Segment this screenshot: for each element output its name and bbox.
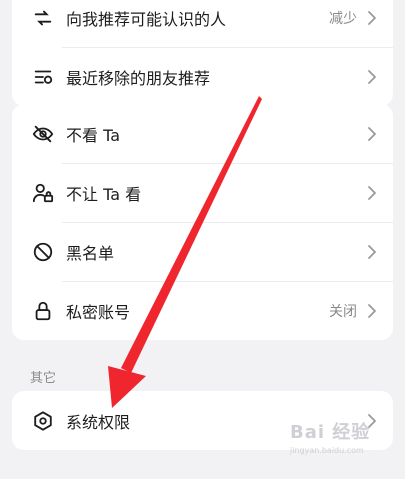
chevron-right-icon <box>367 126 377 142</box>
watermark-text: Bai 经验 <box>290 422 371 443</box>
removed-recommendations-row[interactable]: 最近移除的朋友推荐 <box>12 47 393 106</box>
removed-recommendations-label: 最近移除的朋友推荐 <box>66 68 211 88</box>
recommend-people-value: 减少 <box>329 10 357 27</box>
people-sync-icon <box>32 7 54 29</box>
chevron-right-icon <box>367 69 377 85</box>
private-account-label: 私密账号 <box>66 302 131 322</box>
chevron-right-icon <box>367 185 377 201</box>
recommendation-card: 向我推荐可能认识的人 减少 最近移除的朋友推荐 <box>12 0 393 106</box>
chevron-right-icon <box>367 10 377 26</box>
hide-their-moments-row[interactable]: 不看 Ta <box>12 104 393 163</box>
blacklist-label: 黑名单 <box>66 243 115 263</box>
baidu-jingyan-watermark: Bai 经验 jingyan.baidu.com <box>290 418 370 455</box>
hexagon-settings-icon <box>32 410 54 432</box>
private-account-value: 关闭 <box>329 303 357 320</box>
user-lock-icon <box>32 182 54 204</box>
privacy-card: 不看 Ta 不让 Ta 看 黑名单 私密账号 关闭 <box>12 104 393 340</box>
hide-their-moments-label: 不看 Ta <box>66 125 121 145</box>
recommend-people-label: 向我推荐可能认识的人 <box>66 9 227 29</box>
chevron-right-icon <box>367 303 377 319</box>
hide-my-moments-row[interactable]: 不让 Ta 看 <box>12 163 393 222</box>
section-title-other: 其它 <box>30 371 57 386</box>
chevron-right-icon <box>367 244 377 260</box>
list-removed-icon <box>32 66 54 88</box>
watermark-sub: jingyan.baidu.com <box>290 446 364 455</box>
private-account-row[interactable]: 私密账号 关闭 <box>12 281 393 340</box>
recommend-people-row[interactable]: 向我推荐可能认识的人 减少 <box>12 0 393 47</box>
block-icon <box>32 241 54 263</box>
lock-icon <box>32 300 54 322</box>
blacklist-row[interactable]: 黑名单 <box>12 222 393 281</box>
hide-my-moments-label: 不让 Ta 看 <box>66 184 142 204</box>
eye-off-icon <box>32 123 54 145</box>
